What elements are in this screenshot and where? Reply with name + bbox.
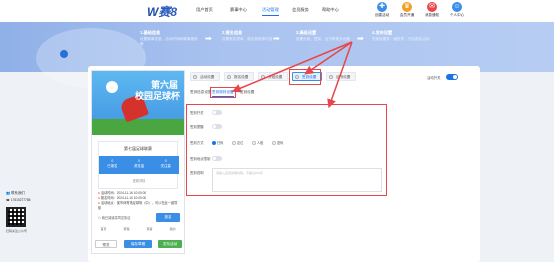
arrow-to-subtab — [231, 41, 353, 93]
arrow-to-form — [327, 41, 353, 109]
annotation-arrows — [231, 41, 353, 109]
